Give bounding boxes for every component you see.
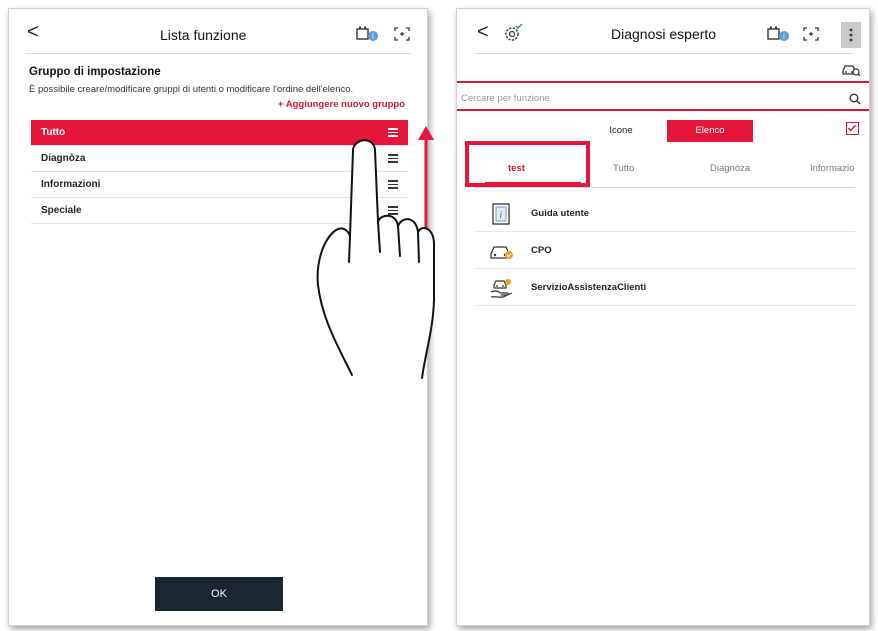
add-group-link[interactable]: + Aggiungere nuovo gruppo: [278, 99, 405, 110]
group-settings-title: Gruppo di impostazione: [29, 66, 161, 78]
car-battery-icon[interactable]: i: [356, 25, 380, 48]
expert-diagnosis-screen: < Diagnosi esperto i Cercare per funzion…: [456, 8, 870, 626]
customer-service-icon: [489, 277, 513, 299]
function-list-screen: < Lista funzione i Gruppo di impostazion…: [8, 8, 428, 626]
more-vert-icon[interactable]: [841, 22, 861, 48]
drag-handle-icon[interactable]: [388, 128, 398, 137]
tabs-divider: [475, 187, 855, 188]
search-icon[interactable]: [849, 92, 861, 110]
back-button[interactable]: <: [27, 22, 39, 42]
list-item-diagnoza[interactable]: Diagnòza: [31, 146, 408, 172]
function-menu: i Guida utente CPO ServizioAssistenzaCli…: [475, 195, 855, 306]
menu-item-cpo[interactable]: CPO: [475, 232, 855, 269]
car-certified-icon: [489, 240, 513, 262]
back-button[interactable]: <: [477, 22, 489, 42]
gear-car-icon[interactable]: [503, 23, 523, 47]
page-title: Lista funzione: [160, 27, 247, 43]
tab-informazioni[interactable]: Informazio: [810, 163, 854, 174]
menu-item-label: Guida utente: [531, 208, 590, 219]
page-title: Diagnosi esperto: [611, 26, 717, 42]
top-bar: < Diagnosi esperto i: [457, 9, 869, 59]
menu-item-label: ServizioAssistenzaClienti: [531, 282, 647, 293]
list-item-label: Speciale: [41, 205, 82, 216]
car-battery-icon[interactable]: i: [767, 25, 791, 48]
tab-diagnoza[interactable]: Diagnòza: [710, 163, 750, 174]
menu-item-guida-utente[interactable]: i Guida utente: [475, 195, 855, 232]
fullscreen-icon[interactable]: [803, 27, 819, 46]
drag-handle-icon[interactable]: [388, 154, 398, 163]
list-item-tutto[interactable]: Tutto: [31, 120, 408, 146]
car-search-icon[interactable]: [841, 61, 861, 82]
info-book-icon: i: [489, 203, 513, 225]
group-settings-description: È possibile creare/modificare gruppi di …: [29, 84, 354, 95]
ok-button[interactable]: OK: [155, 577, 283, 611]
group-list: Tutto Diagnòza Informazioni Speciale: [31, 120, 408, 224]
view-toggle-elenco[interactable]: Elenco: [667, 120, 753, 142]
svg-text:i: i: [783, 33, 785, 41]
search-border-bottom: [457, 109, 869, 111]
menu-item-servizio-assistenza[interactable]: ServizioAssistenzaClienti: [475, 269, 855, 306]
tab-highlight-box: [465, 141, 590, 187]
search-border-top: [457, 81, 869, 83]
tab-tutto[interactable]: Tutto: [613, 163, 634, 174]
drag-handle-icon[interactable]: [388, 206, 398, 215]
list-item-label: Diagnòza: [41, 153, 86, 164]
divider: [25, 53, 411, 54]
menu-item-label: CPO: [531, 245, 552, 256]
select-checkbox[interactable]: [846, 122, 859, 135]
top-bar: < Lista funzione i: [9, 9, 427, 59]
fullscreen-icon[interactable]: [394, 27, 410, 46]
divider: [475, 53, 853, 54]
list-item-label: Informazioni: [41, 179, 101, 190]
view-toggle-icone[interactable]: Icone: [597, 120, 645, 142]
list-item-label: Tutto: [41, 127, 66, 138]
list-item-speciale[interactable]: Speciale: [31, 198, 408, 224]
drag-handle-icon[interactable]: [388, 180, 398, 189]
search-input[interactable]: Cercare per funzione: [461, 93, 550, 104]
list-item-informazioni[interactable]: Informazioni: [31, 172, 408, 198]
svg-text:i: i: [372, 33, 374, 41]
svg-text:i: i: [500, 211, 503, 221]
